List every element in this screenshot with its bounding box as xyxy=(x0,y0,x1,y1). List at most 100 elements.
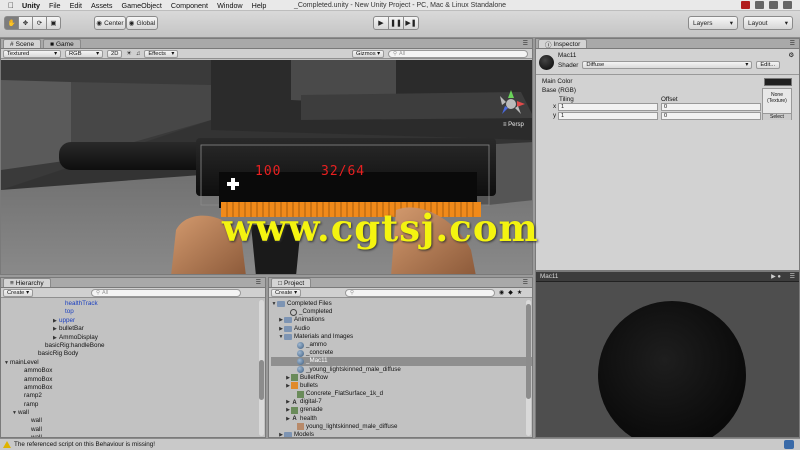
panel-menu-icon[interactable]: ☰ xyxy=(790,40,795,47)
chat-icon[interactable] xyxy=(784,440,794,449)
project-row[interactable]: ▶ Animations xyxy=(271,316,532,324)
offset-y-field[interactable]: 0 xyxy=(661,112,761,120)
texture-slot[interactable]: None (Texture) Select xyxy=(762,88,792,120)
settings-gear-icon[interactable]: ⚙ xyxy=(788,52,794,59)
project-row[interactable]: ▶ Adigital-7 xyxy=(271,398,532,406)
move-tool-button[interactable]: ✥ xyxy=(18,16,33,30)
preview-menu-icon[interactable]: ☰ xyxy=(790,273,795,280)
apple-icon[interactable]:  xyxy=(8,1,14,10)
menu-file[interactable]: File xyxy=(49,1,61,10)
hierarchy-row[interactable]: ▼mainLevel xyxy=(1,359,265,367)
shader-edit-button[interactable]: Edit... xyxy=(756,61,781,69)
project-row[interactable]: _Mac11 xyxy=(271,357,532,366)
hierarchy-row[interactable]: ▶ AmmoDisplay xyxy=(1,334,265,342)
project-row[interactable]: ▶ Models xyxy=(271,431,532,437)
filter-icon[interactable]: ◉ xyxy=(499,289,504,296)
project-scroll-thumb[interactable] xyxy=(526,304,531,399)
hand-tool-button[interactable]: ✋ xyxy=(4,16,19,30)
hierarchy-row[interactable]: ammoBox xyxy=(1,367,265,375)
tab-game[interactable]: ■ Game xyxy=(43,39,81,48)
pivot-center-button[interactable]: ◉ Center xyxy=(94,16,126,30)
hierarchy-row[interactable]: basicRig:handleBone xyxy=(1,342,265,350)
hierarchy-row[interactable]: ramp2 xyxy=(1,392,265,400)
sun-icon[interactable]: ☀ xyxy=(126,50,131,57)
project-row[interactable]: Concrete_FlatSurface_1k_d xyxy=(271,390,532,398)
preview-area[interactable] xyxy=(536,282,799,437)
menu-gameobject[interactable]: GameObject xyxy=(122,1,162,10)
project-row[interactable]: _concrete xyxy=(271,349,532,357)
project-row[interactable]: ▶ grenade xyxy=(271,406,532,415)
hierarchy-row[interactable]: wall xyxy=(1,426,265,434)
project-search-input[interactable]: ⚲ xyxy=(345,288,495,297)
material-preview-sphere[interactable] xyxy=(598,301,746,437)
preview-play-icon[interactable]: ▶ ● xyxy=(771,273,781,280)
menu-edit[interactable]: Edit xyxy=(70,1,82,10)
space-global-button[interactable]: ◉ Global xyxy=(126,16,158,30)
tab-project[interactable]: □ Project xyxy=(271,278,312,287)
wifi-icon[interactable] xyxy=(769,1,778,9)
hierarchy-row[interactable]: ramp xyxy=(1,401,265,409)
status-bar[interactable]: The referenced script on this Behaviour … xyxy=(0,438,800,450)
scale-tool-button[interactable]: ▣ xyxy=(46,16,61,30)
texture-select-button[interactable]: Select xyxy=(763,113,791,120)
hierarchy-row[interactable]: top xyxy=(1,308,265,316)
hierarchy-row[interactable]: wall xyxy=(1,417,265,425)
hierarchy-scroll-thumb[interactable] xyxy=(259,360,264,400)
menu-assets[interactable]: Assets xyxy=(91,1,113,10)
hierarchy-row[interactable]: ▶ bulletBar xyxy=(1,325,265,333)
tab-inspector[interactable]: ⓘ Inspector xyxy=(538,39,588,49)
shader-dropdown[interactable]: Diffuse ▾ xyxy=(582,61,753,69)
project-row[interactable]: young_lightskinned_male_diffuse xyxy=(271,423,532,431)
tab-hierarchy[interactable]: ≡ Hierarchy xyxy=(3,278,51,287)
play-button[interactable]: ▶ xyxy=(373,16,389,30)
project-row[interactable]: _ammo xyxy=(271,341,532,349)
effects-dropdown[interactable]: Effects ▾ xyxy=(144,49,179,58)
rotate-tool-button[interactable]: ⟳ xyxy=(32,16,47,30)
hierarchy-row[interactable]: ▶ upper xyxy=(1,317,265,325)
hierarchy-create-dropdown[interactable]: Create ▾ xyxy=(3,288,33,297)
project-row[interactable]: _Completed xyxy=(271,308,532,316)
battery-icon[interactable] xyxy=(783,1,792,9)
hierarchy-row[interactable]: ammoBox xyxy=(1,376,265,384)
render-mode-dropdown[interactable]: RGB ▾ xyxy=(65,49,103,58)
hierarchy-search-input[interactable]: ⚲ All xyxy=(91,288,241,297)
star-icon[interactable]: ★ xyxy=(517,289,522,296)
hierarchy-row[interactable]: healthTrack xyxy=(1,300,265,308)
hierarchy-row[interactable]: ammoBox xyxy=(1,384,265,392)
project-tree[interactable]: ▼ Completed Files _Completed ▶ Animations ▶ Au… xyxy=(269,298,532,437)
tiling-x-field[interactable]: 1 xyxy=(558,103,658,111)
panel-menu-icon[interactable]: ☰ xyxy=(523,40,528,47)
pause-button[interactable]: ❚❚ xyxy=(388,16,404,30)
layers-dropdown[interactable]: Layers ▾ xyxy=(688,16,738,30)
panel-menu-icon[interactable]: ☰ xyxy=(523,279,528,286)
scene-search-input[interactable]: ⚲ All xyxy=(388,49,528,58)
hierarchy-tree[interactable]: healthTrack top ▶ upper ▶ bulletBar ▶ AmmoDispl… xyxy=(1,298,265,437)
tiling-y-field[interactable]: 1 xyxy=(558,112,658,120)
menu-app[interactable]: Unity xyxy=(22,1,40,10)
gizmos-dropdown[interactable]: Gizmos ▾ xyxy=(352,49,384,58)
menu-window[interactable]: Window xyxy=(217,1,243,10)
mode-2d-toggle[interactable]: 2D xyxy=(107,49,123,58)
menu-component[interactable]: Component xyxy=(171,1,208,10)
hierarchy-scrollbar[interactable] xyxy=(259,300,264,436)
offset-x-field[interactable]: 0 xyxy=(661,103,761,111)
project-row[interactable]: ▶ Ahealth xyxy=(271,415,532,423)
menu-help[interactable]: Help xyxy=(252,1,267,10)
label-icon[interactable]: ◆ xyxy=(508,289,513,296)
layout-dropdown[interactable]: Layout ▾ xyxy=(743,16,793,30)
main-color-swatch[interactable] xyxy=(764,78,792,86)
panel-menu-icon[interactable]: ☰ xyxy=(256,279,261,286)
audio-icon[interactable]: ♫ xyxy=(136,51,141,57)
project-row[interactable]: _young_lightskinned_male_diffuse xyxy=(271,366,532,374)
shading-mode-dropdown[interactable]: Textured ▾ xyxy=(3,49,61,58)
project-scrollbar[interactable] xyxy=(526,300,531,436)
project-create-dropdown[interactable]: Create ▾ xyxy=(271,288,301,297)
tab-scene[interactable]: # Scene xyxy=(3,39,42,48)
project-row[interactable]: ▶ Audio xyxy=(271,325,532,333)
project-row[interactable]: ▶ bullets xyxy=(271,382,532,390)
project-row[interactable]: ▼ Completed Files xyxy=(271,300,532,308)
hierarchy-row[interactable]: basicRig Body xyxy=(1,350,265,358)
project-row[interactable]: ▼ Materials and Images xyxy=(271,333,532,341)
display-icon[interactable] xyxy=(755,1,764,9)
persp-label[interactable]: ≡ Persp xyxy=(503,122,524,128)
